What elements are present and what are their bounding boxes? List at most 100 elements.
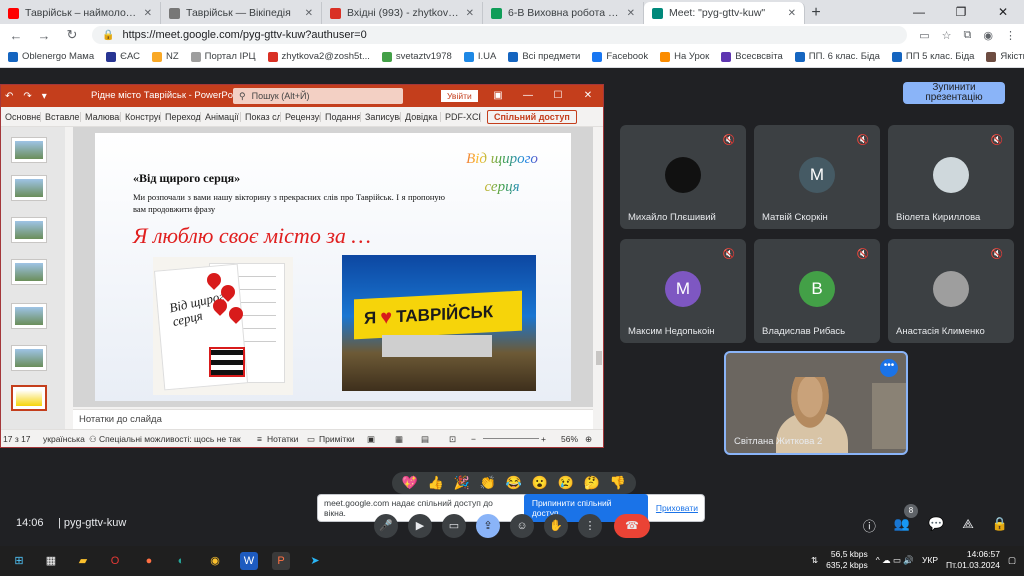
tray-icons[interactable]: ^ ☁ ▭ 🔊: [876, 555, 914, 566]
slide-scrollbar[interactable]: [595, 127, 603, 407]
chat-icon[interactable]: 💬: [928, 516, 944, 535]
host-controls-icon[interactable]: 🔒: [992, 516, 1008, 535]
slide-sorter-icon[interactable]: ▦: [395, 434, 403, 445]
share-button[interactable]: Спільний доступ: [487, 109, 577, 124]
ribbon-tab[interactable]: Основне: [1, 111, 41, 122]
more-options-icon[interactable]: •••: [880, 359, 898, 377]
ppt-minimize-icon[interactable]: —: [513, 85, 543, 107]
bookmark-item[interactable]: Всі предмети: [508, 51, 580, 62]
reload-icon[interactable]: ↻: [64, 27, 80, 43]
ppt-search-input[interactable]: ⚲ Пошук (Alt+Й): [233, 88, 403, 104]
reactions-icon[interactable]: ☺: [510, 514, 534, 538]
captions-icon[interactable]: ▭: [442, 514, 466, 538]
close-icon[interactable]: ✕: [982, 0, 1024, 24]
slide-thumbnail[interactable]: [11, 345, 47, 371]
chrome-icon[interactable]: ◉: [206, 552, 224, 570]
slide-thumbnail[interactable]: [11, 175, 47, 201]
bookmark-item[interactable]: Якість освіти: [986, 51, 1024, 62]
zoom-slider[interactable]: [483, 438, 539, 439]
bookmark-item[interactable]: NZ: [151, 51, 179, 62]
ribbon-tab[interactable]: Анімації: [201, 111, 241, 122]
reading-view-icon[interactable]: ▤: [421, 434, 429, 445]
profile-icon[interactable]: ◉: [983, 29, 993, 42]
stop-presenting-button[interactable]: Зупинити презентацію: [903, 82, 1005, 104]
slideshow-icon[interactable]: ⊡: [449, 434, 456, 445]
ribbon-tab[interactable]: Показ слайдів: [241, 111, 281, 122]
camera-toggle-icon[interactable]: ▶: [408, 514, 432, 538]
normal-view-icon[interactable]: ▣: [367, 434, 375, 445]
ribbon-tab[interactable]: Малювання: [81, 111, 121, 122]
ribbon-tab[interactable]: Записування: [361, 111, 401, 122]
bookmark-item[interactable]: I.UA: [463, 51, 496, 62]
star-icon[interactable]: ☆: [942, 29, 952, 42]
more-icon[interactable]: ⋮: [578, 514, 602, 538]
redo-icon[interactable]: ↷: [23, 91, 31, 102]
accessibility-status[interactable]: Спеціальні можливості: щось не так: [99, 434, 241, 444]
tab-close-icon[interactable]: ✕: [788, 8, 796, 19]
bookmark-item[interactable]: Oblenergo Мама: [8, 51, 94, 62]
current-slide[interactable]: Від щирого серця «Від щирого серця» Ми р…: [95, 133, 571, 401]
leave-call-icon[interactable]: ☎: [614, 514, 650, 538]
browser-tab[interactable]: Meet: "pyg-gttv-kuw" ✕: [644, 2, 805, 24]
reaction-emoji[interactable]: 👎: [608, 474, 628, 492]
reaction-emoji[interactable]: 😂: [504, 474, 524, 492]
ribbon-tab[interactable]: Конструктор: [121, 111, 161, 122]
undo-icon[interactable]: ↶: [5, 91, 13, 102]
hand-icon[interactable]: ✋: [544, 514, 568, 538]
info-icon[interactable]: ⓘ: [863, 516, 876, 535]
bookmark-item[interactable]: ПП 5 клас. Біда: [891, 51, 974, 62]
fit-slide-icon[interactable]: ⊕: [585, 434, 592, 445]
ppt-signin-button[interactable]: Увійти: [441, 90, 478, 102]
ribbon-tab[interactable]: Переходи: [161, 111, 201, 122]
slide-thumbnail[interactable]: [11, 137, 47, 163]
camera-icon[interactable]: ▭: [919, 29, 929, 42]
activities-icon[interactable]: ⟁: [962, 516, 974, 535]
ppt-close-icon[interactable]: ✕: [573, 85, 603, 107]
ribbon-tab[interactable]: Вставлення: [41, 111, 81, 122]
participant-tile[interactable]: 🔇 Віолета Кириллова: [888, 125, 1014, 229]
slide-thumbnail[interactable]: [11, 259, 47, 285]
tab-close-icon[interactable]: ✕: [627, 8, 635, 19]
reaction-emoji[interactable]: 💖: [400, 474, 420, 492]
forward-icon[interactable]: →: [36, 28, 52, 43]
new-tab-icon[interactable]: +: [805, 2, 827, 24]
self-video-tile[interactable]: ••• Світлана Житкова 2: [724, 351, 908, 455]
participant-tile[interactable]: 🔇 B Владислав Рибась: [754, 239, 880, 343]
participant-tile[interactable]: 🔇 Михайло Плєшивий: [620, 125, 746, 229]
participant-tile[interactable]: 🔇 Анастасія Клименко: [888, 239, 1014, 343]
notes-pane[interactable]: Нотатки до слайда: [73, 409, 593, 429]
bookmark-item[interactable]: ПП. 6 клас. Біда: [794, 51, 880, 62]
slide-thumbnail[interactable]: [11, 217, 47, 243]
bookmark-item[interactable]: На Урок: [660, 51, 709, 62]
participant-tile[interactable]: 🔇 M Матвій Скоркін: [754, 125, 880, 229]
zoom-out-icon[interactable]: −: [471, 434, 476, 444]
menu-icon[interactable]: ⋮: [1005, 29, 1016, 42]
notifications-icon[interactable]: ▢: [1008, 555, 1016, 566]
slide-thumbnail[interactable]: [11, 303, 47, 329]
bookmark-item[interactable]: Всесвсвіта: [721, 51, 783, 62]
minimize-icon[interactable]: —: [898, 0, 940, 24]
tab-close-icon[interactable]: ✕: [466, 8, 474, 19]
word-icon[interactable]: W: [240, 552, 258, 570]
zoom-in-icon[interactable]: +: [541, 434, 546, 444]
slide-thumbnail-selected[interactable]: [11, 385, 47, 411]
browser-tab[interactable]: Таврійськ — Вікіпедія ✕: [161, 2, 322, 24]
ribbon-tab[interactable]: Рецензування: [281, 111, 321, 122]
tab-close-icon[interactable]: ✕: [144, 8, 152, 19]
ribbon-display-icon[interactable]: ▣: [483, 85, 513, 107]
telegram-icon[interactable]: ➤: [306, 552, 324, 570]
reaction-emoji[interactable]: 👏: [478, 474, 498, 492]
reaction-emoji[interactable]: 🎉: [452, 474, 472, 492]
ribbon-tab[interactable]: Подання: [321, 111, 361, 122]
participant-tile[interactable]: 🔇 M Максим Недопькоін: [620, 239, 746, 343]
mic-icon[interactable]: 🎤: [374, 514, 398, 538]
windows-start-icon[interactable]: ⊞: [10, 552, 28, 570]
language-status[interactable]: українська: [43, 434, 85, 444]
ribbon-tab[interactable]: PDF-XChange: [441, 111, 481, 122]
opera-icon[interactable]: O: [106, 552, 124, 570]
back-icon[interactable]: ←: [8, 28, 24, 43]
zoom-level[interactable]: 56%: [561, 434, 578, 444]
calculator-icon[interactable]: ▦: [42, 552, 60, 570]
bookmark-item[interactable]: zhytkova2@zosh5t...: [267, 51, 370, 62]
tab-close-icon[interactable]: ✕: [305, 8, 313, 19]
